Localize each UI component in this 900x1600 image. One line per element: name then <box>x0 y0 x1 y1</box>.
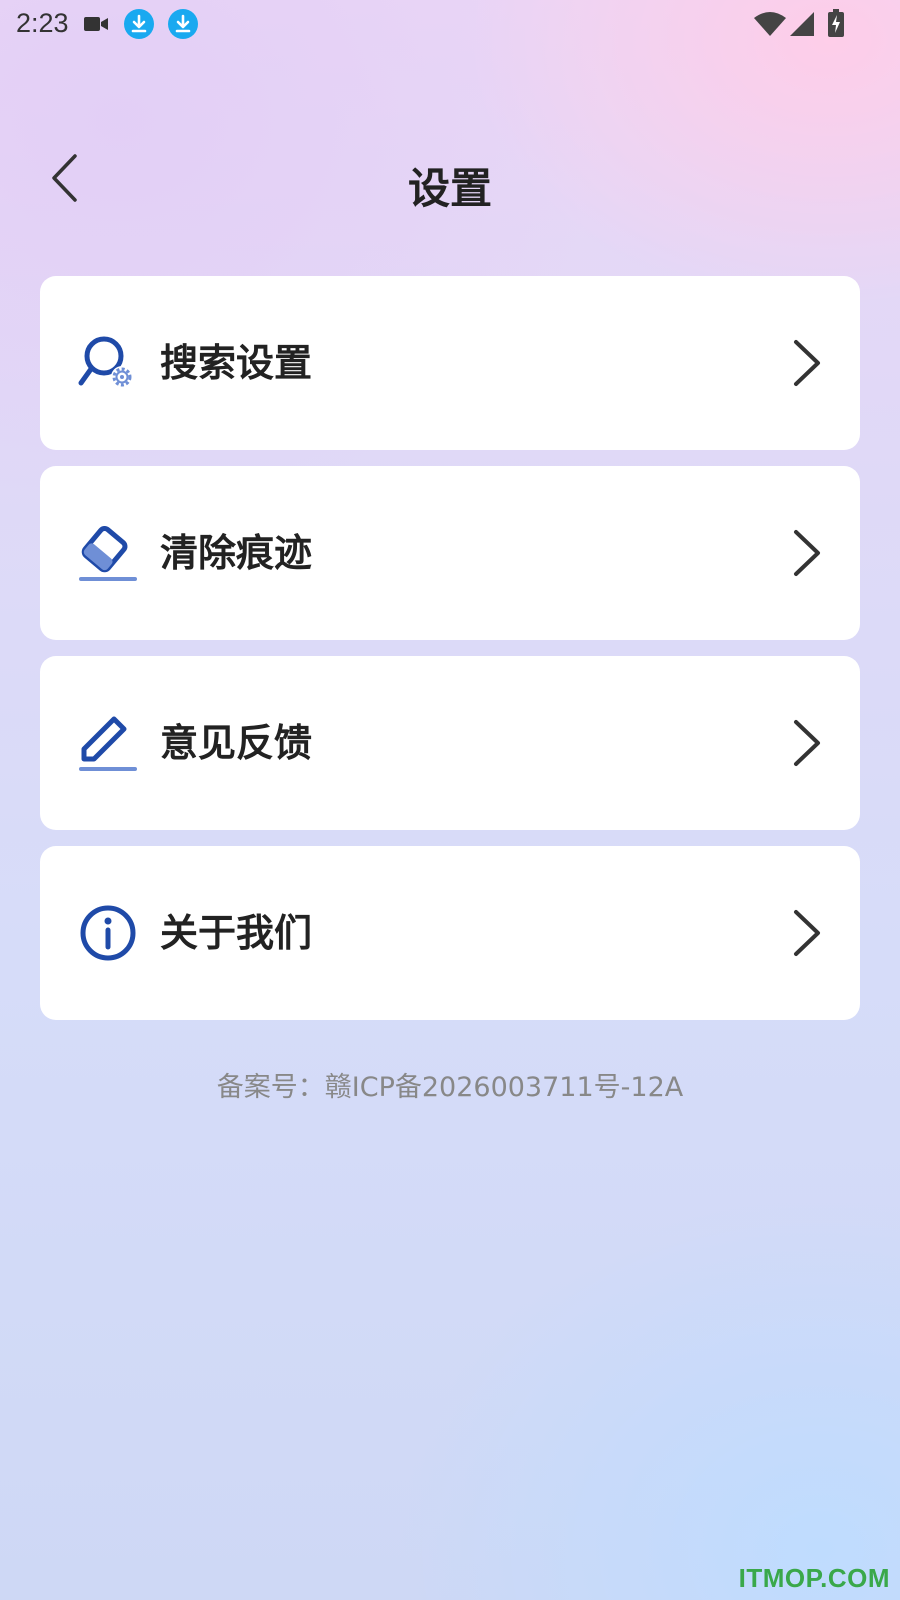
menu-item-feedback[interactable]: 意见反馈 <box>40 656 860 830</box>
menu-item-clear-traces[interactable]: 清除痕迹 <box>40 466 860 640</box>
status-bar: 2:23 <box>0 0 900 48</box>
chevron-right-icon <box>794 530 820 576</box>
edit-pen-icon <box>79 716 137 771</box>
chevron-right-icon <box>794 720 820 766</box>
wifi-icon <box>754 12 786 36</box>
page-title: 设置 <box>407 164 492 213</box>
icp-filing-number: 备案号：赣ICP备2026003711号-12A <box>216 1072 684 1103</box>
menu-item-label: 关于我们 <box>160 911 313 955</box>
eraser-icon <box>79 526 137 581</box>
battery-charging-icon <box>828 9 844 37</box>
menu-item-about-us[interactable]: 关于我们 <box>40 846 860 1020</box>
menu-item-label: 清除痕迹 <box>160 531 313 575</box>
chevron-right-icon <box>794 340 820 386</box>
watermark-logo: ITMOP.COM <box>738 1563 890 1593</box>
info-icon <box>80 905 136 961</box>
status-time: 2:23 <box>16 8 69 38</box>
search-settings-icon <box>78 336 133 388</box>
chevron-right-icon <box>794 910 820 956</box>
menu-item-label: 搜索设置 <box>160 341 313 385</box>
menu-item-search-settings[interactable]: 搜索设置 <box>40 276 860 450</box>
download-icon <box>168 9 198 39</box>
download-icon <box>124 9 154 39</box>
menu-item-label: 意见反馈 <box>160 721 313 765</box>
video-camera-icon <box>84 17 108 31</box>
signal-icon <box>790 12 814 36</box>
